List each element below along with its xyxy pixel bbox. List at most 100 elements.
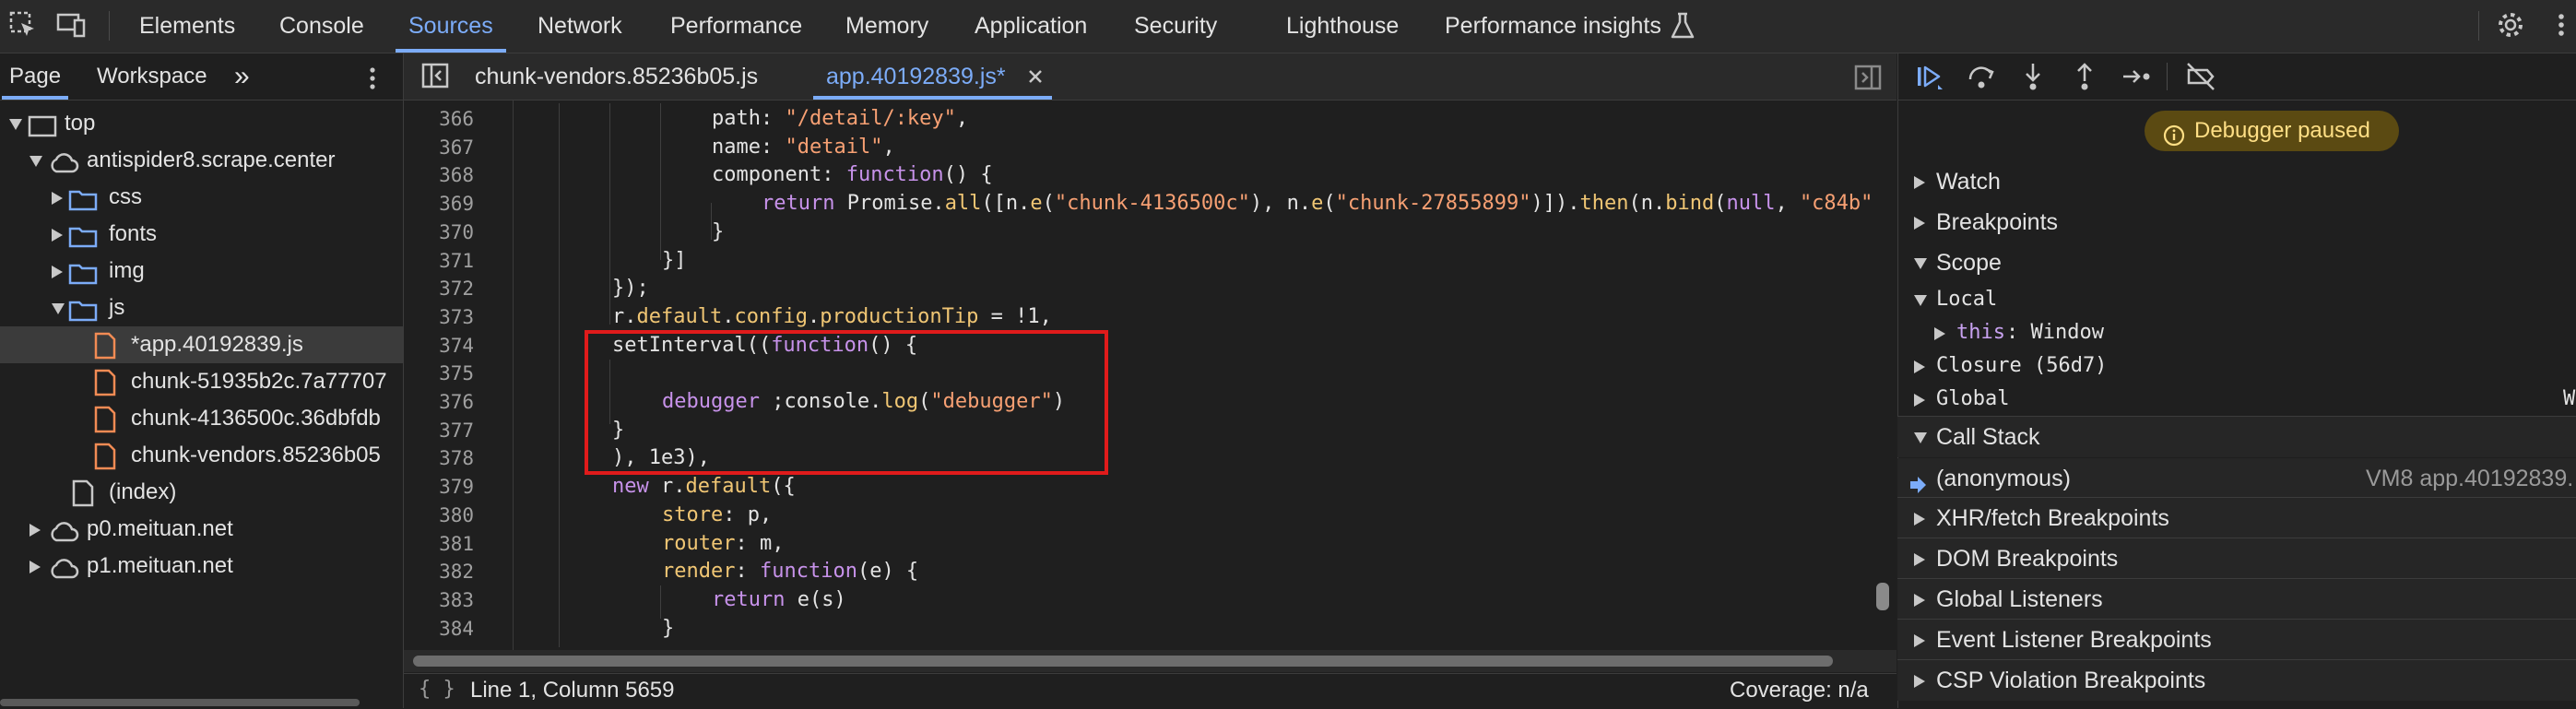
editor-horizontal-scrollbar[interactable]: [413, 656, 1833, 667]
line-number[interactable]: 384: [404, 615, 474, 644]
expand-arrow-icon[interactable]: [1910, 244, 1929, 281]
tab-elements[interactable]: Elements: [139, 0, 235, 53]
tree-item-file[interactable]: chunk-vendors.85236b05: [0, 437, 403, 474]
coverage-status[interactable]: Coverage: n/a: [1730, 678, 1869, 703]
expand-arrow-icon[interactable]: [26, 548, 44, 585]
line-number[interactable]: 370: [404, 219, 474, 247]
editor-tab-app[interactable]: app.40192839.js*: [813, 53, 1052, 100]
call-frame[interactable]: (anonymous) VM8 app.40192839.: [1897, 458, 2576, 499]
section-csp-violation-breakpoints[interactable]: CSP Violation Breakpoints: [1897, 659, 2576, 701]
line-number[interactable]: 377: [404, 417, 474, 445]
more-tabs-chevron-icon[interactable]: »: [234, 53, 250, 100]
tree-item-file-app[interactable]: *app.40192839.js: [0, 326, 403, 363]
expand-arrow-icon[interactable]: [6, 105, 24, 142]
tree-item-domain[interactable]: p0.meituan.net: [0, 511, 403, 548]
line-number[interactable]: 367: [404, 134, 474, 162]
scope-closure[interactable]: Closure (56d7): [1897, 349, 2576, 383]
toggle-debugger-icon[interactable]: [1853, 63, 1883, 92]
inspect-element-icon[interactable]: [7, 9, 39, 41]
step-into-icon[interactable]: [2017, 61, 2049, 92]
tab-sources[interactable]: Sources: [396, 0, 506, 53]
step-icon[interactable]: [2121, 61, 2152, 92]
expand-arrow-icon[interactable]: [1910, 540, 1929, 577]
line-number[interactable]: 373: [404, 303, 474, 332]
tree-item-domain[interactable]: antispider8.scrape.center: [0, 142, 403, 179]
line-number[interactable]: 378: [404, 444, 474, 473]
line-number[interactable]: 383: [404, 586, 474, 615]
expand-arrow-icon[interactable]: [1910, 381, 1929, 418]
tree-item-folder-fonts[interactable]: fonts: [0, 216, 403, 253]
editor-vertical-scrollbar[interactable]: [1876, 583, 1889, 610]
deactivate-breakpoints-icon[interactable]: [2185, 61, 2216, 92]
scope-global[interactable]: Global W: [1897, 383, 2576, 416]
section-event-listener-breakpoints[interactable]: Event Listener Breakpoints: [1897, 619, 2576, 660]
section-breakpoints[interactable]: Breakpoints: [1897, 202, 2576, 242]
line-number[interactable]: 381: [404, 530, 474, 559]
tree-item-top[interactable]: top: [0, 105, 403, 142]
expand-arrow-icon[interactable]: [1910, 581, 1929, 618]
settings-gear-icon[interactable]: [2495, 9, 2526, 41]
line-number[interactable]: 380: [404, 502, 474, 530]
tab-page[interactable]: Page: [1, 53, 69, 100]
scope-this[interactable]: this : Window: [1897, 316, 2576, 349]
section-global-listeners[interactable]: Global Listeners: [1897, 578, 2576, 620]
more-options-icon[interactable]: [363, 63, 382, 90]
device-toolbar-icon[interactable]: [55, 9, 87, 41]
tab-console[interactable]: Console: [279, 0, 364, 53]
navigator-scrollbar[interactable]: [0, 699, 360, 706]
expand-arrow-icon[interactable]: [1910, 500, 1929, 537]
step-over-icon[interactable]: [1966, 61, 1997, 92]
expand-arrow-icon[interactable]: [1910, 281, 1929, 318]
tree-item-folder-img[interactable]: img: [0, 253, 403, 290]
tab-network[interactable]: Network: [538, 0, 622, 53]
tab-workspace[interactable]: Workspace: [97, 53, 207, 100]
more-options-icon[interactable]: [2552, 9, 2570, 41]
tab-application[interactable]: Application: [975, 0, 1087, 53]
line-number[interactable]: 382: [404, 558, 474, 586]
resume-icon[interactable]: [1914, 61, 1945, 92]
section-watch[interactable]: Watch: [1897, 161, 2576, 202]
line-number[interactable]: 376: [404, 388, 474, 417]
scope-local[interactable]: Local: [1897, 283, 2576, 316]
section-xhr-breakpoints[interactable]: XHR/fetch Breakpoints: [1897, 497, 2576, 538]
expand-arrow-icon[interactable]: [1910, 419, 1929, 455]
tab-memory[interactable]: Memory: [845, 0, 928, 53]
line-number[interactable]: 371: [404, 247, 474, 276]
expand-arrow-icon[interactable]: [48, 179, 66, 216]
pretty-print-braces-icon[interactable]: { }: [419, 678, 455, 701]
expand-arrow-icon[interactable]: [1910, 348, 1929, 384]
step-out-icon[interactable]: [2069, 61, 2100, 92]
expand-arrow-icon[interactable]: [48, 216, 66, 253]
tab-security[interactable]: Security: [1134, 0, 1217, 53]
tab-performance-insights[interactable]: Performance insights: [1445, 0, 1661, 53]
tab-performance[interactable]: Performance: [670, 0, 802, 53]
line-number[interactable]: 369: [404, 190, 474, 219]
expand-arrow-icon[interactable]: [1931, 314, 1949, 351]
close-tab-icon[interactable]: [1025, 66, 1046, 87]
expand-arrow-icon[interactable]: [1910, 621, 1929, 658]
line-number[interactable]: 368: [404, 161, 474, 190]
tree-item-domain[interactable]: p1.meituan.net: [0, 548, 403, 585]
line-number[interactable]: 375: [404, 360, 474, 388]
tree-item-folder-css[interactable]: css: [0, 179, 403, 216]
line-number[interactable]: 374: [404, 332, 474, 360]
line-number[interactable]: 379: [404, 473, 474, 502]
tab-lighthouse[interactable]: Lighthouse: [1286, 0, 1399, 53]
call-frame-location[interactable]: VM8 app.40192839.: [2366, 458, 2573, 499]
tree-item-folder-js[interactable]: js: [0, 290, 403, 326]
expand-arrow-icon[interactable]: [26, 142, 44, 179]
expand-arrow-icon[interactable]: [1910, 662, 1929, 699]
line-number[interactable]: 366: [404, 105, 474, 134]
expand-arrow-icon[interactable]: [48, 253, 66, 290]
tree-item-file-index[interactable]: (index): [0, 474, 403, 511]
expand-arrow-icon[interactable]: [1910, 163, 1929, 200]
line-number[interactable]: 372: [404, 275, 474, 303]
expand-arrow-icon[interactable]: [1910, 204, 1929, 241]
expand-arrow-icon[interactable]: [26, 511, 44, 548]
section-dom-breakpoints[interactable]: DOM Breakpoints: [1897, 538, 2576, 579]
tree-item-file[interactable]: chunk-51935b2c.7a77707: [0, 363, 403, 400]
expand-arrow-icon[interactable]: [48, 290, 66, 326]
section-call-stack[interactable]: Call Stack: [1897, 416, 2576, 457]
toggle-navigator-icon[interactable]: [420, 61, 452, 92]
tree-item-file[interactable]: chunk-4136500c.36dbfdb: [0, 400, 403, 437]
